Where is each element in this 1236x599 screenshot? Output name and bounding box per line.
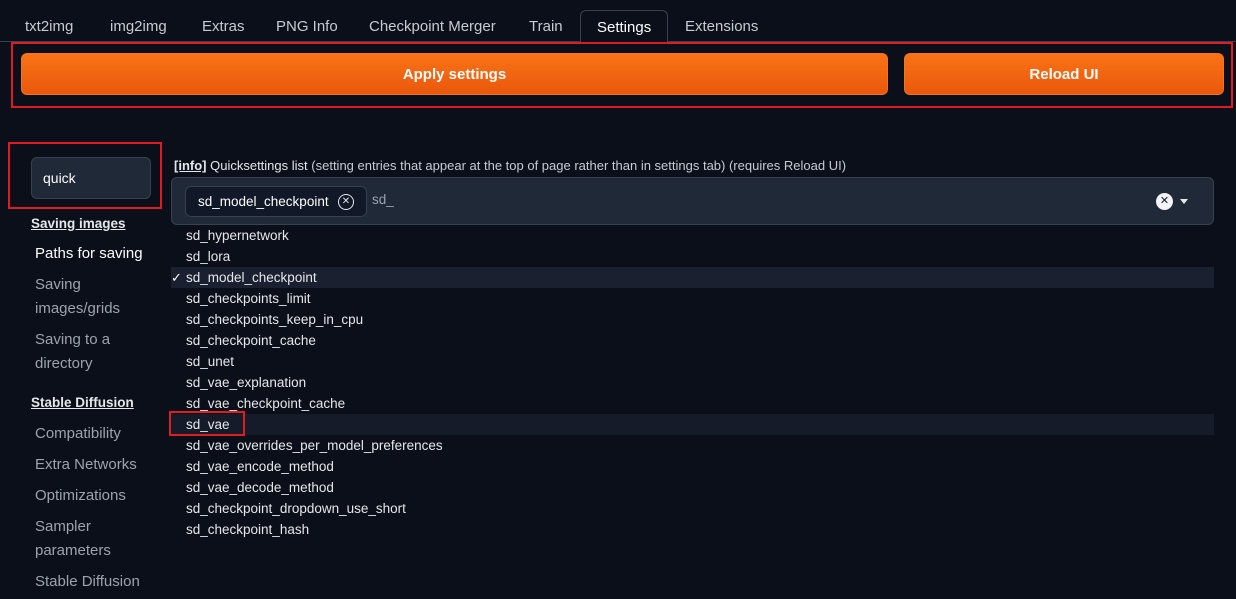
option-item[interactable]: sd_checkpoint_cache [171, 330, 1214, 351]
sidebar-heading-stable-diffusion[interactable]: Stable Diffusion [31, 395, 134, 410]
check-icon: ✓ [171, 270, 182, 285]
tab-img2img[interactable]: img2img [94, 10, 183, 42]
chevron-down-icon[interactable] [1180, 199, 1188, 204]
sidebar-item-paths-for-saving[interactable]: Paths for saving [35, 242, 155, 266]
tab-extras[interactable]: Extras [186, 10, 261, 42]
quicksettings-multiselect[interactable]: sd_model_checkpoint ✕ sd_ ✕ [171, 177, 1214, 225]
option-item[interactable]: sd_checkpoint_dropdown_use_short [171, 498, 1214, 519]
option-item[interactable]: sd_vae_explanation [171, 372, 1214, 393]
sidebar-heading-saving-images[interactable]: Saving images [31, 216, 126, 231]
option-item[interactable]: sd_vae_checkpoint_cache [171, 393, 1214, 414]
multiselect-input[interactable]: sd_ [372, 192, 394, 207]
option-item-highlighted[interactable]: sd_vae [171, 414, 1214, 435]
remove-chip-icon[interactable]: ✕ [338, 194, 354, 210]
info-link[interactable]: [info] [174, 158, 206, 173]
tab-settings[interactable]: Settings [580, 10, 669, 43]
setting-description: (setting entries that appear at the top … [307, 158, 847, 173]
tab-bar: txt2img img2img Extras PNG Info Checkpoi… [0, 0, 1236, 43]
option-item[interactable]: sd_vae_encode_method [171, 456, 1214, 477]
option-item[interactable]: sd_checkpoints_keep_in_cpu [171, 309, 1214, 330]
sidebar-item-saving-images-grids[interactable]: Saving images/grids [35, 273, 155, 321]
option-item[interactable]: sd_checkpoint_hash [171, 519, 1214, 540]
option-label: sd_model_checkpoint [186, 270, 317, 285]
option-item[interactable]: sd_lora [171, 246, 1214, 267]
reload-ui-button[interactable]: Reload UI [904, 53, 1224, 95]
option-item[interactable]: sd_hypernetwork [171, 225, 1214, 246]
sidebar-item-compatibility[interactable]: Compatibility [35, 422, 155, 446]
tab-train[interactable]: Train [513, 10, 579, 42]
option-item[interactable]: sd_checkpoints_limit [171, 288, 1214, 309]
sidebar-item-stable-diffusion[interactable]: Stable Diffusion [35, 570, 155, 594]
sidebar-item-saving-to-directory[interactable]: Saving to a directory [35, 328, 155, 376]
tab-checkpoint-merger[interactable]: Checkpoint Merger [353, 10, 512, 42]
options-dropdown: sd_hypernetwork sd_lora ✓ sd_model_checkp… [171, 225, 1214, 540]
tab-png-info[interactable]: PNG Info [260, 10, 354, 42]
settings-search-input[interactable]: quick [31, 157, 151, 199]
option-item[interactable]: sd_unet [171, 351, 1214, 372]
sidebar-item-extra-networks[interactable]: Extra Networks [35, 453, 155, 477]
sidebar-item-sampler-parameters[interactable]: Sampler parameters [35, 515, 155, 563]
option-item[interactable]: sd_vae_overrides_per_model_preferences [171, 435, 1214, 456]
setting-name: Quicksettings list [210, 158, 308, 173]
chip-label: sd_model_checkpoint [198, 194, 329, 209]
option-item[interactable]: sd_vae_decode_method [171, 477, 1214, 498]
setting-label: [info] Quicksettings list (setting entri… [174, 158, 846, 173]
selected-chip: sd_model_checkpoint ✕ [185, 186, 367, 217]
clear-all-icon[interactable]: ✕ [1156, 193, 1173, 210]
sidebar-item-optimizations[interactable]: Optimizations [35, 484, 155, 508]
tab-extensions[interactable]: Extensions [669, 10, 774, 42]
tab-txt2img[interactable]: txt2img [9, 10, 89, 42]
apply-settings-button[interactable]: Apply settings [21, 53, 888, 95]
option-item-selected[interactable]: ✓ sd_model_checkpoint [171, 267, 1214, 288]
